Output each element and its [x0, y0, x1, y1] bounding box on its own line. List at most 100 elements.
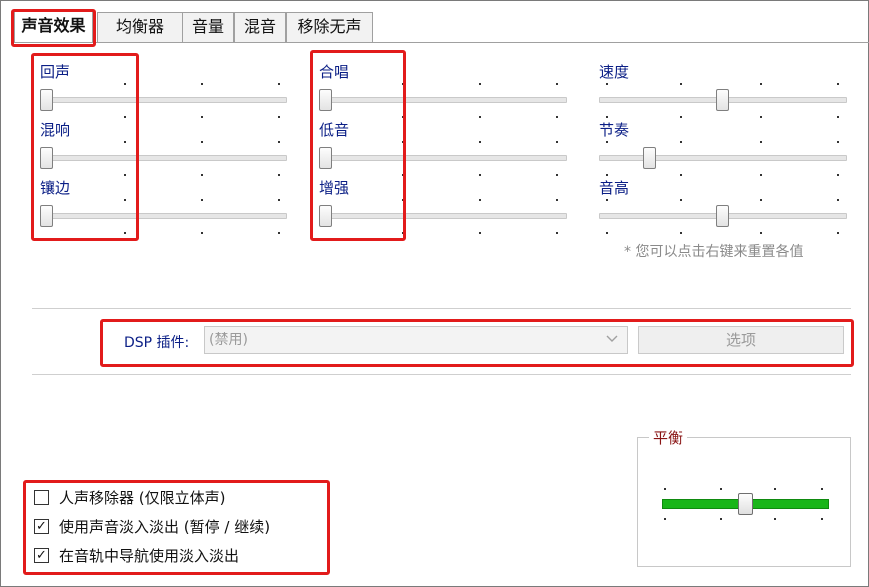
- slider-tick: [402, 141, 404, 143]
- dsp-options-button[interactable]: 选项: [638, 326, 844, 354]
- slider-tick: [402, 174, 404, 176]
- checkbox-box[interactable]: [34, 489, 49, 505]
- checkbox-vocal-remover[interactable]: 人声移除器 (仅限立体声): [34, 486, 225, 508]
- slider-tick: [402, 116, 404, 118]
- slider-tick: [837, 232, 839, 234]
- slider-thumb[interactable]: [40, 205, 53, 227]
- slider-tick: [278, 174, 280, 176]
- slider-tick: [760, 199, 762, 201]
- checkbox-box[interactable]: ✓: [34, 547, 49, 563]
- slider-tick: [278, 199, 280, 201]
- balance-tick: [821, 518, 823, 520]
- slider-label: 合唱: [319, 63, 350, 81]
- checkbox-box[interactable]: ✓: [34, 518, 49, 534]
- slider-tick: [606, 83, 608, 85]
- check-icon: ✓: [36, 547, 47, 563]
- slider-tick: [201, 199, 203, 201]
- tab-mix[interactable]: 混音: [234, 12, 286, 42]
- balance-thumb[interactable]: [738, 493, 753, 515]
- slider-thumb[interactable]: [716, 89, 729, 111]
- slider-tick: [556, 232, 558, 234]
- checkbox-fade-pause[interactable]: ✓ 使用声音淡入淡出 (暂停 / 继续): [34, 515, 270, 537]
- slider-tick: [278, 83, 280, 85]
- tab-volume[interactable]: 音量: [182, 12, 234, 42]
- slider-tick: [680, 199, 682, 201]
- divider-bottom: [32, 374, 851, 375]
- balance-title: 平衡: [649, 427, 688, 448]
- slider-tick: [479, 232, 481, 234]
- slider-track[interactable]: [319, 213, 567, 219]
- slider-thumb[interactable]: [319, 89, 332, 111]
- slider-tick: [124, 199, 126, 201]
- slider-track[interactable]: [319, 97, 567, 103]
- slider-tick: [201, 174, 203, 176]
- slider-tick: [402, 83, 404, 85]
- slider-thumb[interactable]: [40, 147, 53, 169]
- slider-tick: [606, 199, 608, 201]
- slider-thumb[interactable]: [643, 147, 656, 169]
- slider-tick: [278, 141, 280, 143]
- slider-tick: [760, 232, 762, 234]
- reset-hint: * 您可以点击右键来重置各值: [624, 244, 804, 260]
- checkbox-label: 使用声音淡入淡出 (暂停 / 继续): [59, 517, 271, 536]
- slider-tick: [278, 116, 280, 118]
- slider-track[interactable]: [40, 97, 287, 103]
- balance-tick: [664, 518, 666, 520]
- slider-tick: [124, 174, 126, 176]
- balance-tick: [821, 488, 823, 490]
- dsp-plugin-select[interactable]: (禁用): [204, 326, 628, 354]
- slider-thumb[interactable]: [40, 89, 53, 111]
- slider-track[interactable]: [599, 155, 847, 161]
- slider-tick: [760, 116, 762, 118]
- slider-track[interactable]: [40, 213, 287, 219]
- slider-tick: [556, 116, 558, 118]
- slider-tick: [837, 141, 839, 143]
- slider-tick: [124, 141, 126, 143]
- slider-tick: [556, 199, 558, 201]
- slider-tick: [837, 83, 839, 85]
- slider-label: 节奏: [599, 121, 630, 139]
- chevron-down-icon: [605, 329, 619, 358]
- slider-tick: [680, 83, 682, 85]
- slider-tick: [606, 232, 608, 234]
- slider-thumb[interactable]: [319, 205, 332, 227]
- balance-tick: [774, 488, 776, 490]
- divider-top: [32, 308, 851, 309]
- slider-label: 速度: [599, 63, 630, 81]
- slider-tick: [479, 199, 481, 201]
- tab-remove-silence[interactable]: 移除无声: [286, 12, 373, 42]
- slider-label: 镶边: [40, 179, 71, 197]
- slider-tick: [402, 232, 404, 234]
- slider-tick: [837, 174, 839, 176]
- checkbox-fade-navigate[interactable]: ✓ 在音轨中导航使用淡入淡出: [34, 544, 239, 566]
- checkbox-label: 人声移除器 (仅限立体声): [59, 488, 226, 507]
- slider-tick: [760, 141, 762, 143]
- balance-tick: [774, 518, 776, 520]
- slider-tick: [680, 116, 682, 118]
- slider-tick: [278, 232, 280, 234]
- slider-tick: [837, 116, 839, 118]
- slider-label: 音高: [599, 179, 630, 197]
- slider-thumb[interactable]: [716, 205, 729, 227]
- tab-equalizer[interactable]: 均衡器: [97, 12, 183, 42]
- slider-tick: [837, 199, 839, 201]
- slider-label: 低音: [319, 121, 350, 139]
- slider-label: 增强: [319, 179, 350, 197]
- slider-tick: [201, 232, 203, 234]
- slider-tick: [479, 116, 481, 118]
- slider-tick: [680, 141, 682, 143]
- balance-tick: [720, 488, 722, 490]
- slider-tick: [606, 174, 608, 176]
- check-icon: ✓: [36, 518, 47, 534]
- slider-track[interactable]: [319, 155, 567, 161]
- dsp-plugin-label: DSP 插件:: [124, 335, 190, 351]
- slider-tick: [124, 83, 126, 85]
- tab-sound-effects[interactable]: 声音效果: [14, 11, 93, 42]
- slider-label: 回声: [40, 63, 71, 81]
- slider-track[interactable]: [40, 155, 287, 161]
- slider-tick: [606, 141, 608, 143]
- dsp-plugin-value: (禁用): [209, 332, 248, 348]
- slider-tick: [760, 83, 762, 85]
- slider-tick: [479, 83, 481, 85]
- slider-thumb[interactable]: [319, 147, 332, 169]
